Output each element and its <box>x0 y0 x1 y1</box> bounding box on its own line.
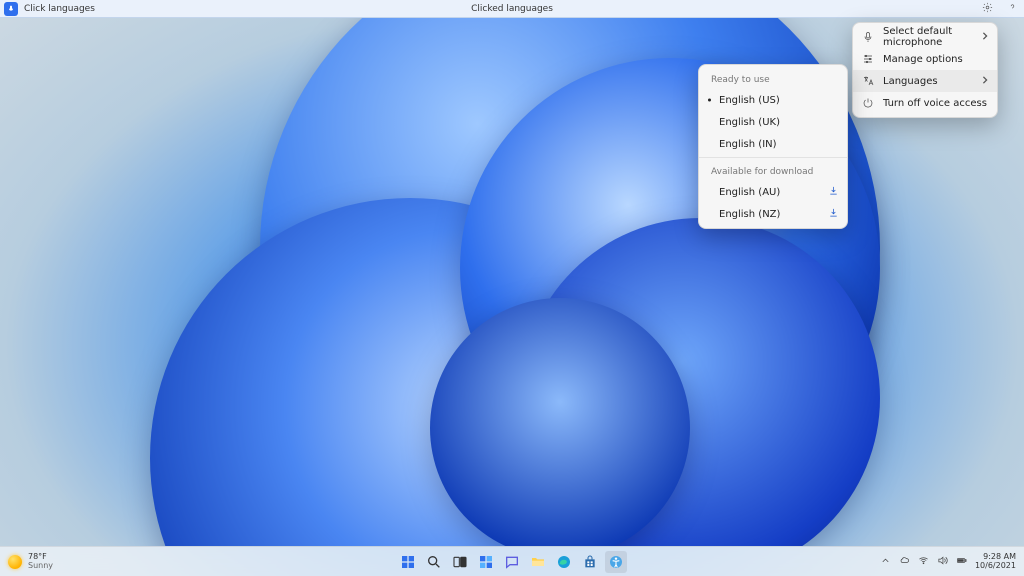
download-icon <box>828 207 839 221</box>
sun-icon <box>8 555 22 569</box>
menu-item-manage-options[interactable]: Manage options <box>853 48 997 70</box>
language-label: English (UK) <box>719 117 839 128</box>
weather-widget[interactable]: 78°F Sunny <box>0 553 53 570</box>
language-label: English (IN) <box>719 139 839 150</box>
wifi-icon[interactable] <box>918 555 929 568</box>
battery-icon[interactable] <box>956 555 967 568</box>
language-label: English (AU) <box>719 187 820 198</box>
store-button[interactable] <box>579 551 601 573</box>
submenu-section-download: Available for download <box>699 160 847 181</box>
mic-icon <box>861 31 875 43</box>
divider <box>699 157 847 158</box>
widgets-button[interactable] <box>475 551 497 573</box>
gear-icon[interactable] <box>982 2 993 16</box>
accessibility-app-button[interactable] <box>605 551 627 573</box>
sliders-icon <box>861 53 875 65</box>
search-button[interactable] <box>423 551 445 573</box>
menu-item-label: Languages <box>883 76 973 87</box>
language-option-en-us[interactable]: English (US) <box>699 89 847 111</box>
download-icon <box>828 185 839 199</box>
file-explorer-button[interactable] <box>527 551 549 573</box>
start-button[interactable] <box>397 551 419 573</box>
chevron-right-icon <box>981 32 989 43</box>
taskbar-center <box>397 551 627 573</box>
task-view-button[interactable] <box>449 551 471 573</box>
volume-icon[interactable] <box>937 555 948 568</box>
mic-icon[interactable] <box>4 2 18 16</box>
menu-item-select-default-microphone[interactable]: Select default microphone <box>853 26 997 48</box>
voice-access-bar: Click languages Clicked languages <box>0 0 1024 18</box>
system-tray: 9:28 AM 10/6/2021 <box>880 553 1024 570</box>
menu-item-label: Manage options <box>883 54 989 65</box>
language-label: English (US) <box>719 95 839 106</box>
language-option-en-in[interactable]: English (IN) <box>699 133 847 155</box>
chevron-right-icon <box>981 76 989 87</box>
edge-button[interactable] <box>553 551 575 573</box>
onedrive-icon[interactable] <box>899 555 910 568</box>
help-icon[interactable] <box>1007 2 1018 16</box>
submenu-section-ready: Ready to use <box>699 68 847 89</box>
taskbar: 78°F Sunny <box>0 546 1024 576</box>
menu-item-label: Turn off voice access <box>883 98 989 109</box>
chat-button[interactable] <box>501 551 523 573</box>
tray-overflow-icon[interactable] <box>880 555 891 568</box>
language-option-en-uk[interactable]: English (UK) <box>699 111 847 133</box>
menu-item-turn-off-voice-access[interactable]: Turn off voice access <box>853 92 997 114</box>
languages-submenu: Ready to use English (US) English (UK) E… <box>698 64 848 229</box>
language-download-en-nz[interactable]: English (NZ) <box>699 203 847 225</box>
menu-item-languages[interactable]: Languages <box>853 70 997 92</box>
voice-access-settings-menu: Select default microphone Manage options… <box>852 22 998 118</box>
voice-bar-center-text: Clicked languages <box>471 4 553 14</box>
language-label: English (NZ) <box>719 209 820 220</box>
clock[interactable]: 9:28 AM 10/6/2021 <box>975 553 1016 570</box>
clock-date: 10/6/2021 <box>975 562 1016 570</box>
language-icon <box>861 75 875 87</box>
selected-dot-icon <box>708 99 711 102</box>
weather-condition: Sunny <box>28 562 53 570</box>
language-download-en-au[interactable]: English (AU) <box>699 181 847 203</box>
menu-item-label: Select default microphone <box>883 26 973 48</box>
voice-bar-left-text: Click languages <box>24 4 95 14</box>
power-icon <box>861 97 875 109</box>
